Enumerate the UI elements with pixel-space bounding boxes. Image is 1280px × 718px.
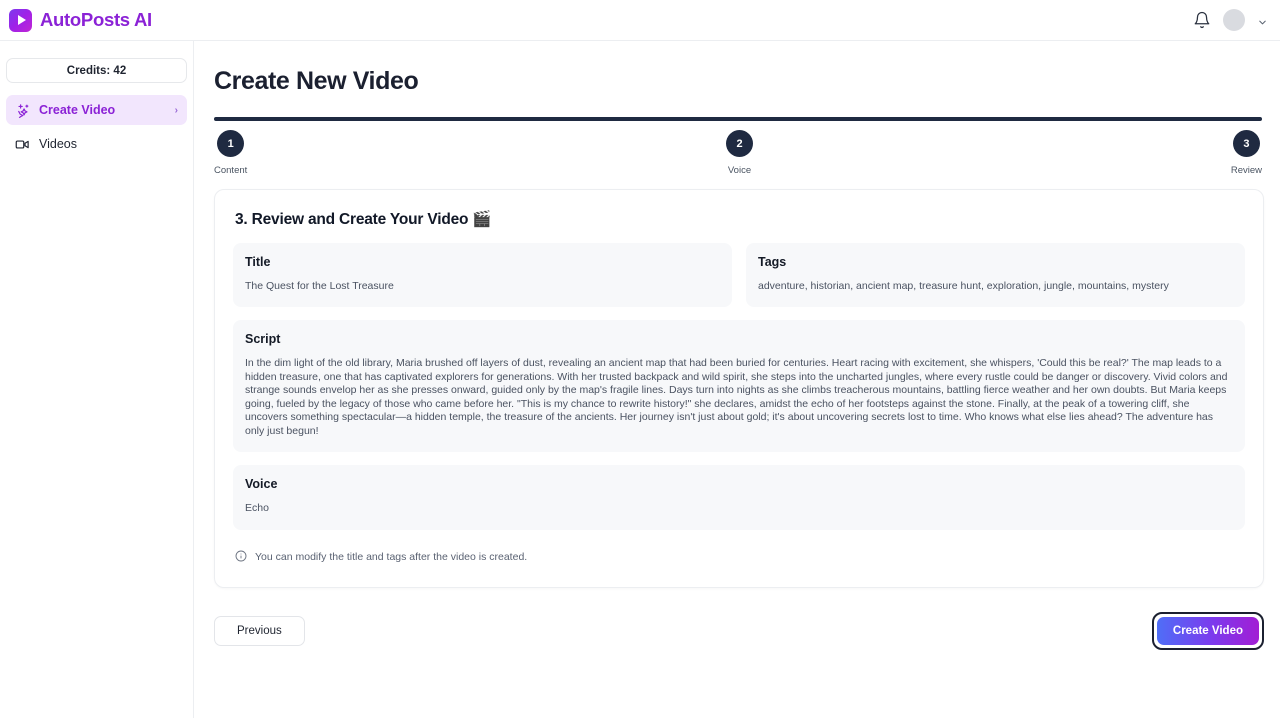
script-panel: Script In the dim light of the old libra… [233,320,1245,453]
sparkles-icon [15,103,30,120]
voice-field-label: Voice [245,477,278,492]
tags-field-value: adventure, historian, ancient map, treas… [758,280,1169,292]
brand-name: AutoPosts AI [40,9,152,30]
video-camera-icon [15,137,30,152]
voice-panel: Voice Echo [233,465,1245,530]
app-logo-icon [9,8,32,32]
info-note-text: You can modify the title and tags after … [255,551,528,563]
chevron-right-icon: › [174,104,178,116]
script-field-value: In the dim light of the old library, Mar… [245,357,1228,437]
title-field-label: Title [245,255,271,269]
stepper-progress-bar [214,117,1262,121]
script-field-label: Script [245,332,281,347]
main-content: Create New Video 1 Content 2 Voice 3 Rev… [194,41,1280,718]
create-video-button[interactable]: Create Video [1156,616,1259,645]
step-label: Content [214,165,248,176]
credits-badge: Credits: 42 [6,58,187,83]
top-bar-actions [1193,9,1280,31]
page-title: Create New Video [214,67,419,95]
tags-field-label: Tags [758,255,787,269]
notification-bell-icon[interactable] [1193,11,1211,29]
title-panel: Title The Quest for the Lost Treasure [233,243,732,308]
step-3-review[interactable]: 3 Review [1231,130,1262,176]
create-video-focus-ring: Create Video [1151,611,1264,650]
title-tags-row: Title The Quest for the Lost Treasure Ta… [233,243,1245,308]
step-label: Voice [727,165,752,176]
chevron-down-icon[interactable] [1257,15,1268,26]
card-title: 3. Review and Create Your Video 🎬 [235,211,492,228]
stepper: 1 Content 2 Voice 3 Review [214,117,1264,177]
info-note: You can modify the title and tags after … [235,550,1245,565]
info-circle-icon [235,550,247,565]
tags-panel: Tags adventure, historian, ancient map, … [746,243,1245,308]
sidebar: Credits: 42 Create Video › Videos [0,41,194,718]
brand-logo[interactable]: AutoPosts AI [0,8,152,32]
step-1-content[interactable]: 1 Content [214,130,247,176]
avatar[interactable] [1223,9,1245,31]
review-card: 3. Review and Create Your Video 🎬 Title … [214,189,1264,588]
step-2-voice[interactable]: 2 Voice [726,130,753,176]
wizard-footer: Previous Create Video [214,611,1264,650]
step-label: Review [1230,165,1262,176]
title-field-value: The Quest for the Lost Treasure [245,280,394,292]
step-number: 3 [1232,130,1260,157]
play-triangle-icon [17,15,26,25]
sidebar-item-label: Create Video [39,103,116,117]
step-number: 2 [726,130,753,157]
previous-button[interactable]: Previous [214,615,305,646]
sidebar-item-videos[interactable]: Videos [6,129,187,159]
step-number: 1 [217,130,245,157]
sidebar-item-label: Videos [39,137,77,151]
sidebar-item-create-video[interactable]: Create Video › [6,95,187,125]
voice-field-value: Echo [245,502,269,515]
top-bar: AutoPosts AI [0,0,1280,41]
